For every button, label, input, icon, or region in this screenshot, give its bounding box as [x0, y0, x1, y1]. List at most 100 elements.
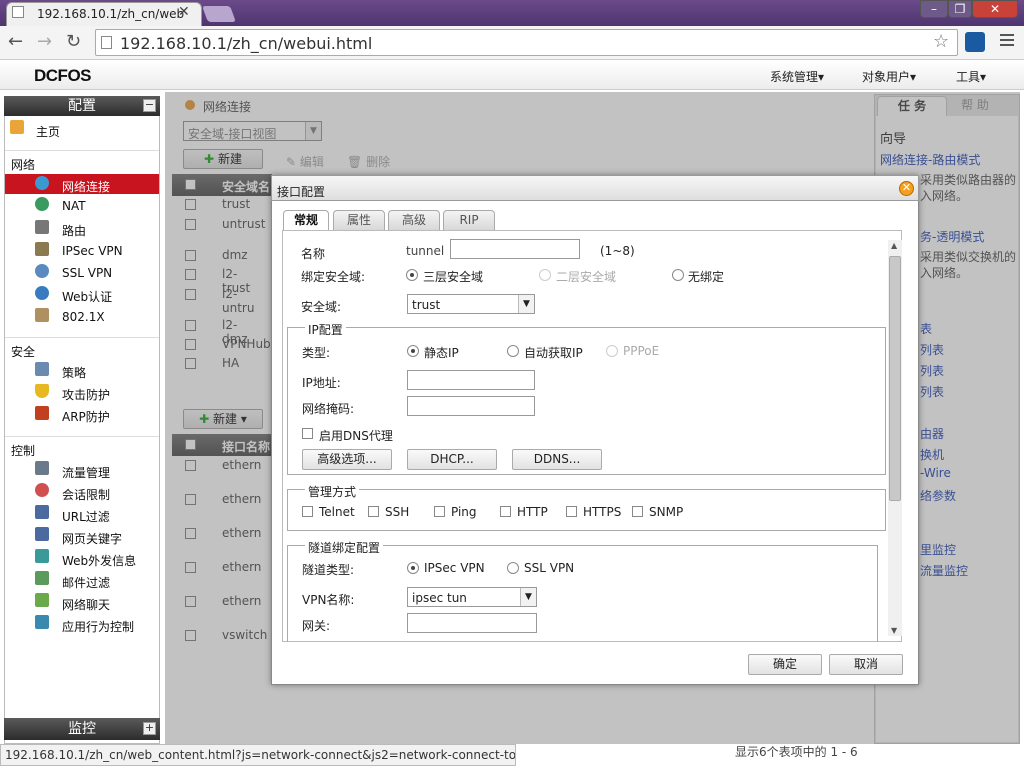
zone-label: 安全域:	[301, 300, 342, 314]
ping-checkbox[interactable]	[434, 506, 445, 517]
pager-text: 显示6个表项中的 1 - 6	[735, 745, 858, 759]
type-label: 类型:	[302, 346, 331, 360]
ddns-button[interactable]: DDNS...	[512, 449, 602, 470]
sidebar-item-url-filter[interactable]: URL过滤	[62, 508, 110, 525]
sidebar-item-policy[interactable]: 策略	[62, 364, 86, 381]
sidebar-item-8021x[interactable]: 802.1X	[62, 310, 105, 324]
radio-static-ip[interactable]	[407, 345, 419, 357]
browser-status-bar: 192.168.10.1/zh_cn/web_content.html?js=n…	[0, 744, 516, 766]
tab-properties[interactable]: 属性	[333, 210, 385, 230]
sidebar-item-arp-defense[interactable]: ARP防护	[62, 408, 110, 425]
tab-favicon-icon	[12, 6, 24, 18]
vpn-name-value: ipsec tun	[412, 591, 467, 605]
tab-general[interactable]: 常规	[283, 210, 329, 231]
sidebar-item-app-control[interactable]: 应用行为控制	[62, 618, 134, 635]
keyword-icon	[35, 527, 49, 541]
netmask-input[interactable]	[407, 396, 535, 416]
tab-title: 192.168.10.1/zh_cn/web	[37, 7, 185, 21]
radio-ipsec-vpn-label: IPSec VPN	[424, 561, 485, 575]
sidebar-item-nat[interactable]: NAT	[62, 199, 86, 213]
scroll-up-icon[interactable]: ▲	[891, 241, 897, 250]
sidebar-item-home[interactable]: 主页	[36, 123, 60, 140]
radio-no-bind[interactable]	[672, 269, 684, 281]
vpn-name-select[interactable]: ipsec tun ▼	[407, 587, 537, 607]
address-bar[interactable]: 192.168.10.1/zh_cn/webui.html	[95, 29, 958, 56]
name-input[interactable]	[450, 239, 580, 259]
monitor-title: 监控	[68, 721, 96, 737]
dialog-scrollbar-thumb[interactable]	[889, 256, 901, 501]
menu-system[interactable]: 系统管理▾	[770, 68, 824, 85]
page-icon	[101, 36, 112, 49]
sidebar-item-attack-defense[interactable]: 攻击防护	[62, 386, 110, 403]
maximize-button[interactable]: ❐	[948, 0, 972, 18]
ip-address-input[interactable]	[407, 370, 535, 390]
radio-layer2[interactable]	[539, 269, 551, 281]
chrome-menu-icon[interactable]	[1000, 34, 1014, 48]
snmp-checkbox[interactable]	[632, 506, 643, 517]
dns-proxy-label: 启用DNS代理	[319, 429, 393, 443]
advanced-options-button[interactable]: 高级选项...	[302, 449, 392, 470]
sidebar-item-net-chat[interactable]: 网络聊天	[62, 596, 110, 613]
sidebar-item-mail-filter[interactable]: 邮件过滤	[62, 574, 110, 591]
browser-tab[interactable]: 192.168.10.1/zh_cn/web	[6, 2, 202, 26]
radio-ssl-vpn[interactable]	[507, 562, 519, 574]
expand-icon[interactable]: +	[143, 722, 156, 735]
bind-zone-label: 绑定安全域:	[301, 270, 366, 284]
chevron-down-icon: ▼	[520, 588, 536, 606]
vpn-name-label: VPN名称:	[302, 593, 355, 607]
sidebar-item-web-auth[interactable]: Web认证	[62, 288, 112, 305]
sidebar-item-route[interactable]: 路由	[62, 222, 86, 239]
sidebar-item-ssl-vpn[interactable]: SSL VPN	[62, 266, 112, 280]
radio-dhcp-ip[interactable]	[507, 345, 519, 357]
ip-address-label: IP地址:	[302, 376, 341, 390]
sidebar-item-session-limit[interactable]: 会话限制	[62, 486, 110, 503]
name-hint: (1~8)	[600, 244, 635, 258]
forward-icon[interactable]: →	[37, 31, 52, 52]
sidebar-item-web-outbound[interactable]: Web外发信息	[62, 552, 136, 569]
app-control-icon	[35, 615, 49, 629]
zone-select[interactable]: trust ▼	[407, 294, 535, 314]
window-close-button[interactable]: ✕	[972, 0, 1018, 18]
cancel-button[interactable]: 取消	[829, 654, 903, 675]
http-checkbox[interactable]	[500, 506, 511, 517]
radio-ssl-vpn-label: SSL VPN	[524, 561, 575, 575]
ssl-vpn-icon	[35, 264, 49, 278]
ssh-checkbox[interactable]	[368, 506, 379, 517]
sidebar-item-web-keyword[interactable]: 网页关键字	[62, 530, 122, 547]
minimize-button[interactable]: –	[920, 0, 948, 18]
scroll-down-icon[interactable]: ▼	[891, 626, 897, 635]
sidebar-item-network-connect[interactable]: 网络连接	[62, 178, 110, 195]
menu-objects[interactable]: 对象用户▾	[862, 68, 916, 85]
radio-pppoe[interactable]	[606, 345, 618, 357]
reload-icon[interactable]: ↻	[66, 31, 81, 52]
tab-rip[interactable]: RIP	[443, 210, 495, 230]
close-icon[interactable]: ✕	[899, 181, 914, 196]
url-icon	[35, 505, 49, 519]
home-icon	[10, 120, 24, 134]
ipsec-icon	[35, 242, 49, 256]
telnet-checkbox[interactable]	[302, 506, 313, 517]
tab-close-icon[interactable]: ✕	[178, 4, 190, 20]
sidebar-item-traffic-mgmt[interactable]: 流量管理	[62, 464, 110, 481]
dns-proxy-checkbox[interactable]	[302, 428, 313, 439]
bookmark-star-icon[interactable]: ☆	[933, 31, 949, 52]
tunnel-type-label: 隧道类型:	[302, 563, 355, 577]
tab-advanced[interactable]: 高级	[388, 210, 440, 230]
radio-layer2-label: 二层安全域	[556, 270, 617, 284]
ok-button[interactable]: 确定	[748, 654, 822, 675]
radio-ipsec-vpn[interactable]	[407, 562, 419, 574]
new-tab-button[interactable]	[202, 6, 236, 22]
radio-layer3[interactable]	[406, 269, 418, 281]
menu-tools[interactable]: 工具▾	[956, 68, 986, 85]
dhcp-button[interactable]: DHCP...	[407, 449, 497, 470]
collapse-icon[interactable]: −	[143, 99, 156, 112]
sidebar-title: 配置	[68, 98, 96, 114]
sidebar-item-ipsec-vpn[interactable]: IPSec VPN	[62, 244, 123, 258]
name-prefix: tunnel	[406, 244, 445, 258]
gateway-input[interactable]	[407, 613, 537, 633]
extension-icon[interactable]	[965, 32, 985, 52]
gateway-label: 网关:	[302, 619, 331, 633]
back-icon[interactable]: ←	[8, 31, 23, 52]
https-checkbox[interactable]	[566, 506, 577, 517]
radio-layer3-label: 三层安全域	[423, 270, 484, 284]
